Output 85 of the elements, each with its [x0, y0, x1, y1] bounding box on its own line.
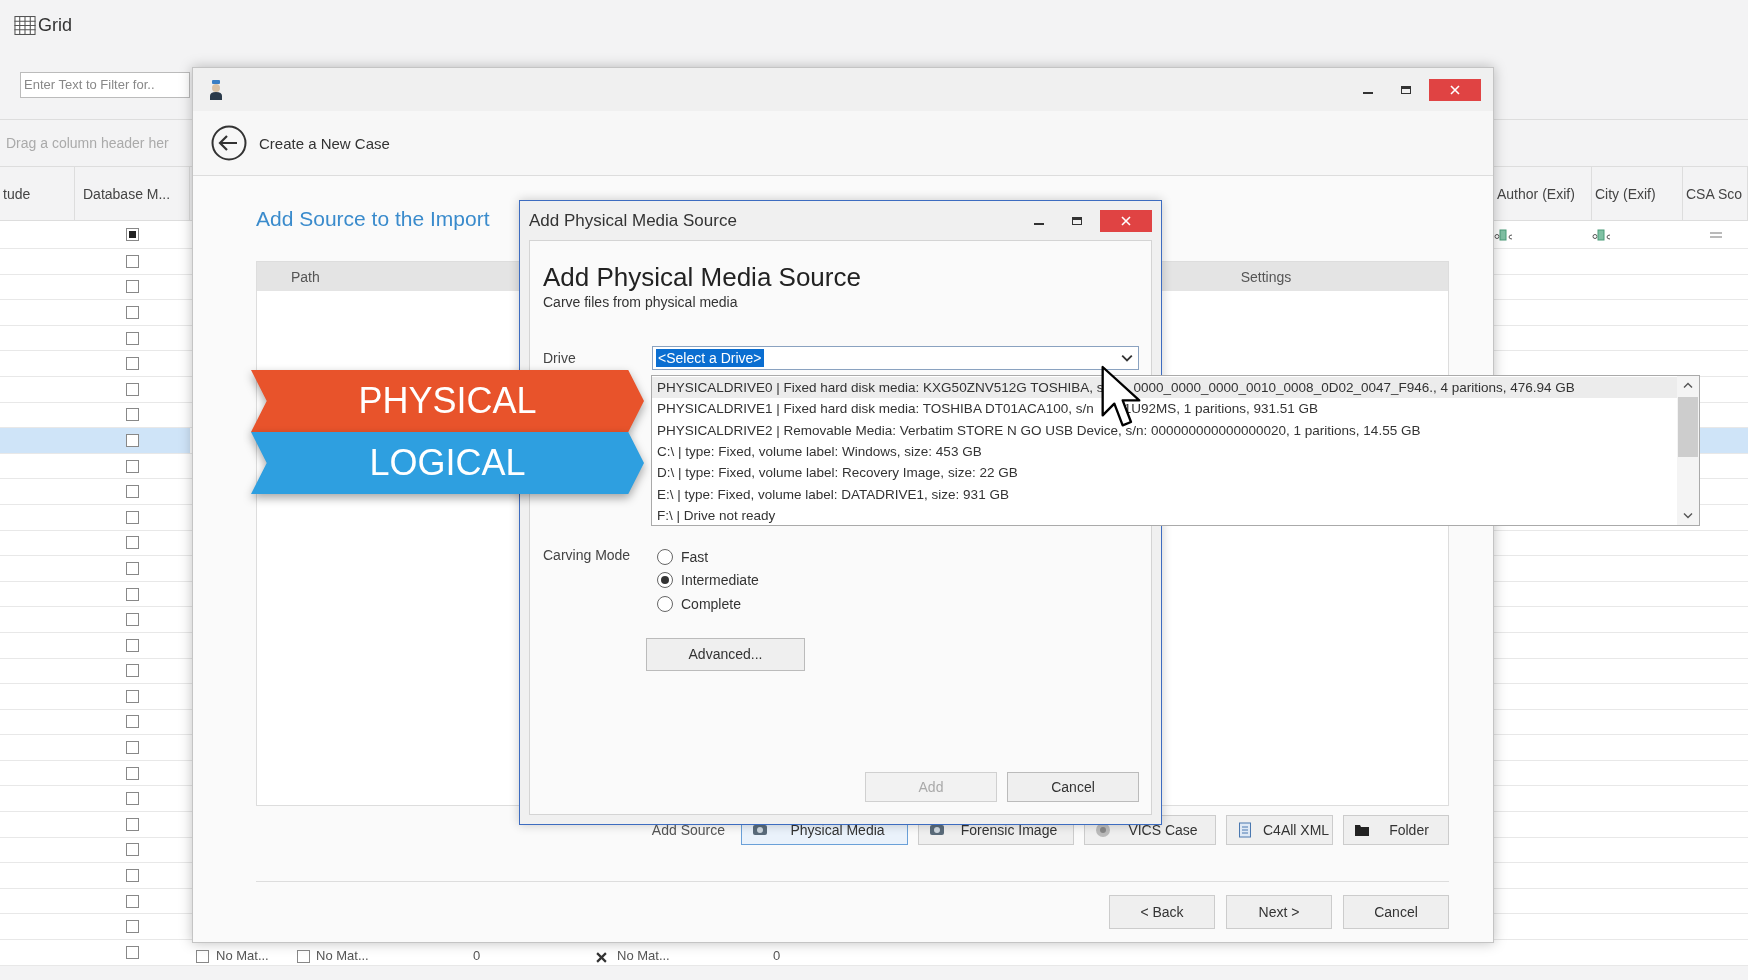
checkbox[interactable]	[126, 638, 139, 652]
column-header: Path	[290, 268, 320, 285]
dropdown-option[interactable]: D:\ | type: Fixed, volume label: Recovery Image, size: 22 GB	[652, 462, 1677, 484]
checkbox[interactable]	[126, 664, 139, 678]
checkbox[interactable]	[126, 561, 139, 575]
table-cell: 0	[473, 947, 481, 963]
close-button[interactable]	[1100, 209, 1152, 232]
radio-option[interactable]: Complete	[657, 592, 759, 616]
wizard-button[interactable]: Cancel	[1343, 895, 1449, 929]
ribbon-banner: LOGICAL	[251, 432, 644, 494]
document-icon	[1237, 822, 1253, 838]
checkbox[interactable]	[126, 587, 139, 601]
dialog-title: Add Physical Media Source	[529, 210, 737, 231]
checkbox[interactable]	[126, 894, 139, 908]
checkbox[interactable]	[297, 949, 310, 963]
checkbox[interactable]	[126, 817, 139, 831]
column-header[interactable]: Database M...	[75, 167, 190, 220]
checkbox[interactable]	[126, 357, 139, 371]
checkbox[interactable]	[126, 510, 139, 524]
column-header[interactable]: City (Exif)	[1592, 167, 1683, 220]
scroll-up-icon[interactable]	[1683, 382, 1693, 389]
column-header: Settings	[1239, 268, 1293, 285]
dialog-button[interactable]: Cancel	[1007, 772, 1139, 802]
checkbox[interactable]	[126, 485, 139, 499]
add-source-label: Add Source	[651, 822, 725, 838]
grid-icon	[14, 15, 36, 35]
ribbon-banner: PHYSICAL	[251, 370, 644, 432]
checkbox[interactable]	[126, 689, 139, 703]
column-header[interactable]: CSA Sco	[1683, 167, 1748, 220]
source-button[interactable]: C4All XML	[1226, 815, 1333, 845]
checkbox[interactable]	[126, 945, 139, 959]
scroll-down-icon[interactable]	[1683, 512, 1693, 519]
checkbox[interactable]	[126, 228, 139, 241]
checkbox[interactable]	[126, 869, 139, 883]
checkbox[interactable]	[126, 766, 139, 780]
close-icon	[1121, 215, 1131, 226]
checkbox[interactable]	[126, 280, 139, 294]
dropdown-option[interactable]: C:\ | type: Fixed, volume label: Windows, size: 453 GB	[652, 440, 1677, 463]
checkbox[interactable]	[126, 792, 139, 806]
table-cell: No Mat...	[617, 947, 670, 963]
checkbox[interactable]	[126, 254, 139, 268]
group-hint: Drag a column header her	[6, 135, 169, 151]
close-button[interactable]	[1429, 78, 1481, 101]
caret-icon	[1121, 354, 1133, 362]
checkbox[interactable]	[126, 382, 139, 396]
checkbox[interactable]	[126, 408, 139, 422]
person-icon	[209, 79, 223, 100]
checkbox[interactable]	[126, 536, 139, 550]
radio-option[interactable]: Fast	[657, 545, 759, 569]
column-header[interactable]: tude	[0, 167, 75, 220]
checkbox[interactable]	[126, 433, 139, 447]
radio-option[interactable]: Intermediate	[657, 568, 759, 592]
dialog-subtitle: Carve files from physical media	[543, 293, 739, 311]
checkbox[interactable]	[196, 949, 209, 963]
checkbox[interactable]	[126, 613, 139, 627]
filter-field[interactable]: Enter Text to Filter for..	[20, 71, 190, 98]
wizard-button[interactable]: Next >	[1226, 895, 1332, 929]
dropdown-option[interactable]: E:\ | type: Fixed, volume label: DATADRIVE1, size: 931 GB	[652, 483, 1677, 505]
checkbox[interactable]	[126, 843, 139, 857]
dialog-heading: Add Physical Media Source	[543, 261, 862, 293]
table-cell: 0	[773, 947, 781, 963]
checkbox[interactable]	[126, 715, 139, 729]
checkbox[interactable]	[126, 306, 139, 319]
field-label: Carving Mode	[543, 547, 632, 565]
drive-dropdown[interactable]: <Select a Drive>	[652, 346, 1139, 370]
advanced-button[interactable]: Advanced...	[646, 637, 805, 671]
dropdown-option[interactable]: F:\ | Drive not ready	[652, 504, 1677, 527]
wizard-button[interactable]: < Back	[1109, 895, 1215, 929]
scrollbar[interactable]	[1677, 376, 1699, 525]
table-cell: No Mat...	[216, 947, 269, 963]
field-label: Drive	[543, 350, 577, 366]
equals-icon	[1709, 231, 1722, 238]
back-icon[interactable]	[211, 125, 247, 161]
checkbox[interactable]	[126, 331, 139, 345]
app-title: Grid	[38, 14, 72, 36]
source-button[interactable]: Folder	[1343, 815, 1449, 845]
close-icon	[1450, 84, 1460, 95]
page-title: Create a New Case	[259, 134, 390, 152]
dropdown-option[interactable]: PHYSICALDRIVE2 | Removable Media: Verbatim STORE N GO USB Device, s/n: 000000000000000020, 1 paritions, 14.55 GB	[652, 419, 1677, 441]
checkbox[interactable]	[126, 741, 139, 755]
cross-icon	[596, 951, 607, 963]
checkbox[interactable]	[126, 459, 139, 473]
section-heading: Add Source to the Import	[256, 206, 490, 232]
table-cell: No Mat...	[316, 947, 369, 963]
checkbox[interactable]	[126, 920, 139, 934]
